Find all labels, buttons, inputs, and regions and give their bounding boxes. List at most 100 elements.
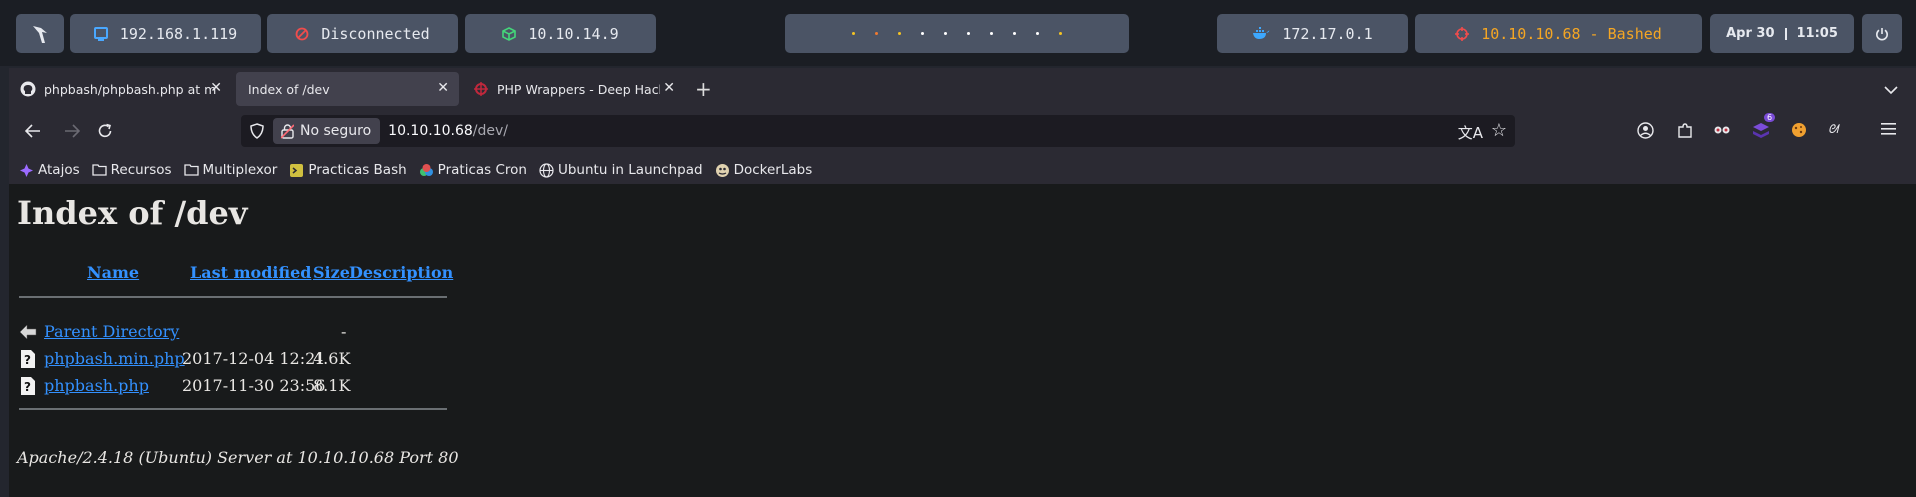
network-ip-widget[interactable]: 10.10.14.9 — [465, 14, 656, 53]
url-host: 10.10.10.68 — [388, 123, 473, 139]
back-arrow-icon — [19, 322, 38, 342]
workspace-dot[interactable] — [944, 32, 947, 35]
navigation-toolbar: No seguro 10.10.10.68/dev/ 文A ☆ 6 ᘛ — [9, 110, 1916, 156]
bash-icon — [289, 163, 304, 178]
extensions-puzzle-icon[interactable] — [1677, 122, 1693, 139]
folder-icon — [91, 163, 107, 178]
target-crosshair-icon — [1455, 26, 1470, 41]
dockerlabs-icon — [715, 163, 730, 178]
parent-directory-link[interactable]: Parent Directory — [44, 322, 179, 341]
glasses-extension-icon[interactable] — [1713, 122, 1731, 136]
docker-ip-widget[interactable]: 172.17.0.1 — [1217, 14, 1408, 53]
github-icon — [20, 81, 36, 97]
tab-title: phpbash/phpbash.php at m — [44, 81, 217, 97]
close-tab-icon[interactable]: ✕ — [437, 80, 449, 96]
clock-divider — [1784, 27, 1787, 40]
bookmark-label: Ubuntu in Launchpad — [557, 162, 703, 178]
user-agent-switcher-icon[interactable]: ᘛ — [1828, 122, 1838, 137]
cube-icon — [502, 26, 517, 41]
workspace-dot[interactable] — [875, 32, 878, 35]
workspace-dot[interactable] — [852, 32, 855, 35]
file-size: 4.6K — [313, 349, 351, 368]
cookie-extension-icon[interactable] — [1791, 122, 1807, 138]
disconnected-icon — [295, 27, 309, 41]
workspaces-indicator[interactable] — [785, 14, 1129, 53]
bookmark-label: Practicas Bash — [308, 162, 407, 178]
svg-text:?: ? — [24, 380, 31, 394]
tab-title: PHP Wrappers - Deep Hack — [497, 81, 666, 97]
bookmark-practicas-bash[interactable]: Practicas Bash — [289, 162, 407, 178]
tab-strip: phpbash/phpbash.php at m ✕ Index of /dev… — [9, 68, 1916, 110]
local-ip-widget[interactable]: 192.168.1.119 — [70, 14, 261, 53]
bookmark-ubuntu-launchpad[interactable]: Ubuntu in Launchpad — [539, 162, 703, 178]
cron-icon — [419, 163, 434, 178]
close-tab-icon[interactable]: ✕ — [660, 80, 675, 96]
bookmark-star-icon[interactable]: ☆ — [1491, 120, 1507, 141]
tab-php-wrappers[interactable]: PHP Wrappers - Deep Hack ✕ — [463, 72, 685, 106]
server-signature: Apache/2.4.18 (Ubuntu) Server at 10.10.1… — [17, 448, 459, 467]
tab-github[interactable]: phpbash/phpbash.php at m ✕ — [10, 72, 232, 106]
tab-index-dev[interactable]: Index of /dev ✕ — [236, 72, 459, 106]
url-path: /dev/ — [472, 123, 508, 139]
account-icon[interactable] — [1637, 122, 1654, 139]
url-text[interactable]: 10.10.10.68/dev/ — [388, 123, 508, 139]
insecure-lock-icon — [281, 123, 294, 139]
unknown-file-icon: ? — [19, 376, 38, 396]
shield-icon[interactable] — [250, 123, 264, 143]
translate-icon[interactable]: 文A — [1458, 122, 1483, 143]
bookmarks-toolbar: Atajos Recursos Multiplexor Practicas Ba… — [9, 156, 1916, 184]
power-button[interactable] — [1862, 14, 1902, 53]
back-icon[interactable] — [24, 123, 41, 143]
reload-icon[interactable] — [97, 123, 113, 144]
vpn-status-widget[interactable]: Disconnected — [267, 14, 458, 53]
time-text: 11:05 — [1796, 26, 1838, 41]
tab-title: Index of /dev — [248, 81, 330, 97]
list-all-tabs-icon[interactable] — [1884, 80, 1898, 99]
bookmark-label: Recursos — [110, 162, 172, 178]
new-tab-icon[interactable]: + — [695, 77, 712, 101]
workspace-dot[interactable] — [898, 32, 901, 35]
launcher-button[interactable] — [16, 14, 64, 53]
docker-whale-icon — [1252, 27, 1270, 40]
bookmark-dockerlabs[interactable]: DockerLabs — [715, 162, 812, 178]
hamburger-menu-icon[interactable] — [1881, 122, 1896, 135]
table-divider-top — [19, 296, 447, 298]
workspace-dot[interactable] — [990, 32, 993, 35]
last-modified: 2017-11-30 23:56 — [182, 376, 326, 395]
wappalyzer-extension-icon[interactable] — [1752, 122, 1770, 138]
security-indicator[interactable]: No seguro — [273, 118, 381, 144]
sort-by-last-modified-link[interactable]: Last modified — [190, 263, 311, 282]
bookmark-folder-recursos[interactable]: Recursos — [91, 162, 172, 178]
purple-star-icon — [19, 163, 34, 178]
sort-by-name-link[interactable]: Name — [87, 263, 139, 282]
sort-by-size-link[interactable]: Size — [313, 263, 350, 282]
unknown-file-icon: ? — [19, 349, 38, 369]
local-ip-text: 192.168.1.119 — [119, 24, 238, 43]
security-label: No seguro — [300, 123, 372, 139]
file-link-phpbash[interactable]: phpbash.php — [44, 376, 149, 395]
bookmark-folder-multiplexor[interactable]: Multiplexor — [183, 162, 277, 178]
workspace-dot[interactable] — [1059, 32, 1062, 35]
bookmark-atajos[interactable]: Atajos — [19, 162, 80, 178]
browser-window: phpbash/phpbash.php at m ✕ Index of /dev… — [9, 68, 1916, 497]
bookmark-label: Praticas Cron — [437, 162, 527, 178]
page-title: Index of /dev — [17, 194, 248, 232]
bookmark-label: Atajos — [38, 162, 80, 178]
monitor-icon — [93, 26, 108, 41]
folder-icon — [183, 163, 199, 178]
forward-icon[interactable] — [64, 123, 81, 143]
file-size: - — [341, 322, 347, 341]
workspace-dot[interactable] — [967, 32, 970, 35]
workspace-dot[interactable] — [921, 32, 924, 35]
network-ip-text: 10.10.14.9 — [528, 24, 619, 43]
bookmark-praticas-cron[interactable]: Praticas Cron — [419, 162, 527, 178]
workspace-dot[interactable] — [1036, 32, 1039, 35]
workspace-dot[interactable] — [1013, 32, 1016, 35]
close-tab-icon[interactable]: ✕ — [210, 80, 222, 96]
file-size: 8.1K — [313, 376, 351, 395]
sort-by-description-link[interactable]: Description — [349, 263, 453, 282]
address-bar[interactable]: No seguro 10.10.10.68/dev/ 文A ☆ — [241, 115, 1515, 147]
file-link-phpbash-min[interactable]: phpbash.min.php — [44, 349, 185, 368]
target-widget[interactable]: 10.10.10.68 - Bashed — [1415, 14, 1702, 53]
clock-widget[interactable]: Apr 30 11:05 — [1710, 14, 1854, 53]
